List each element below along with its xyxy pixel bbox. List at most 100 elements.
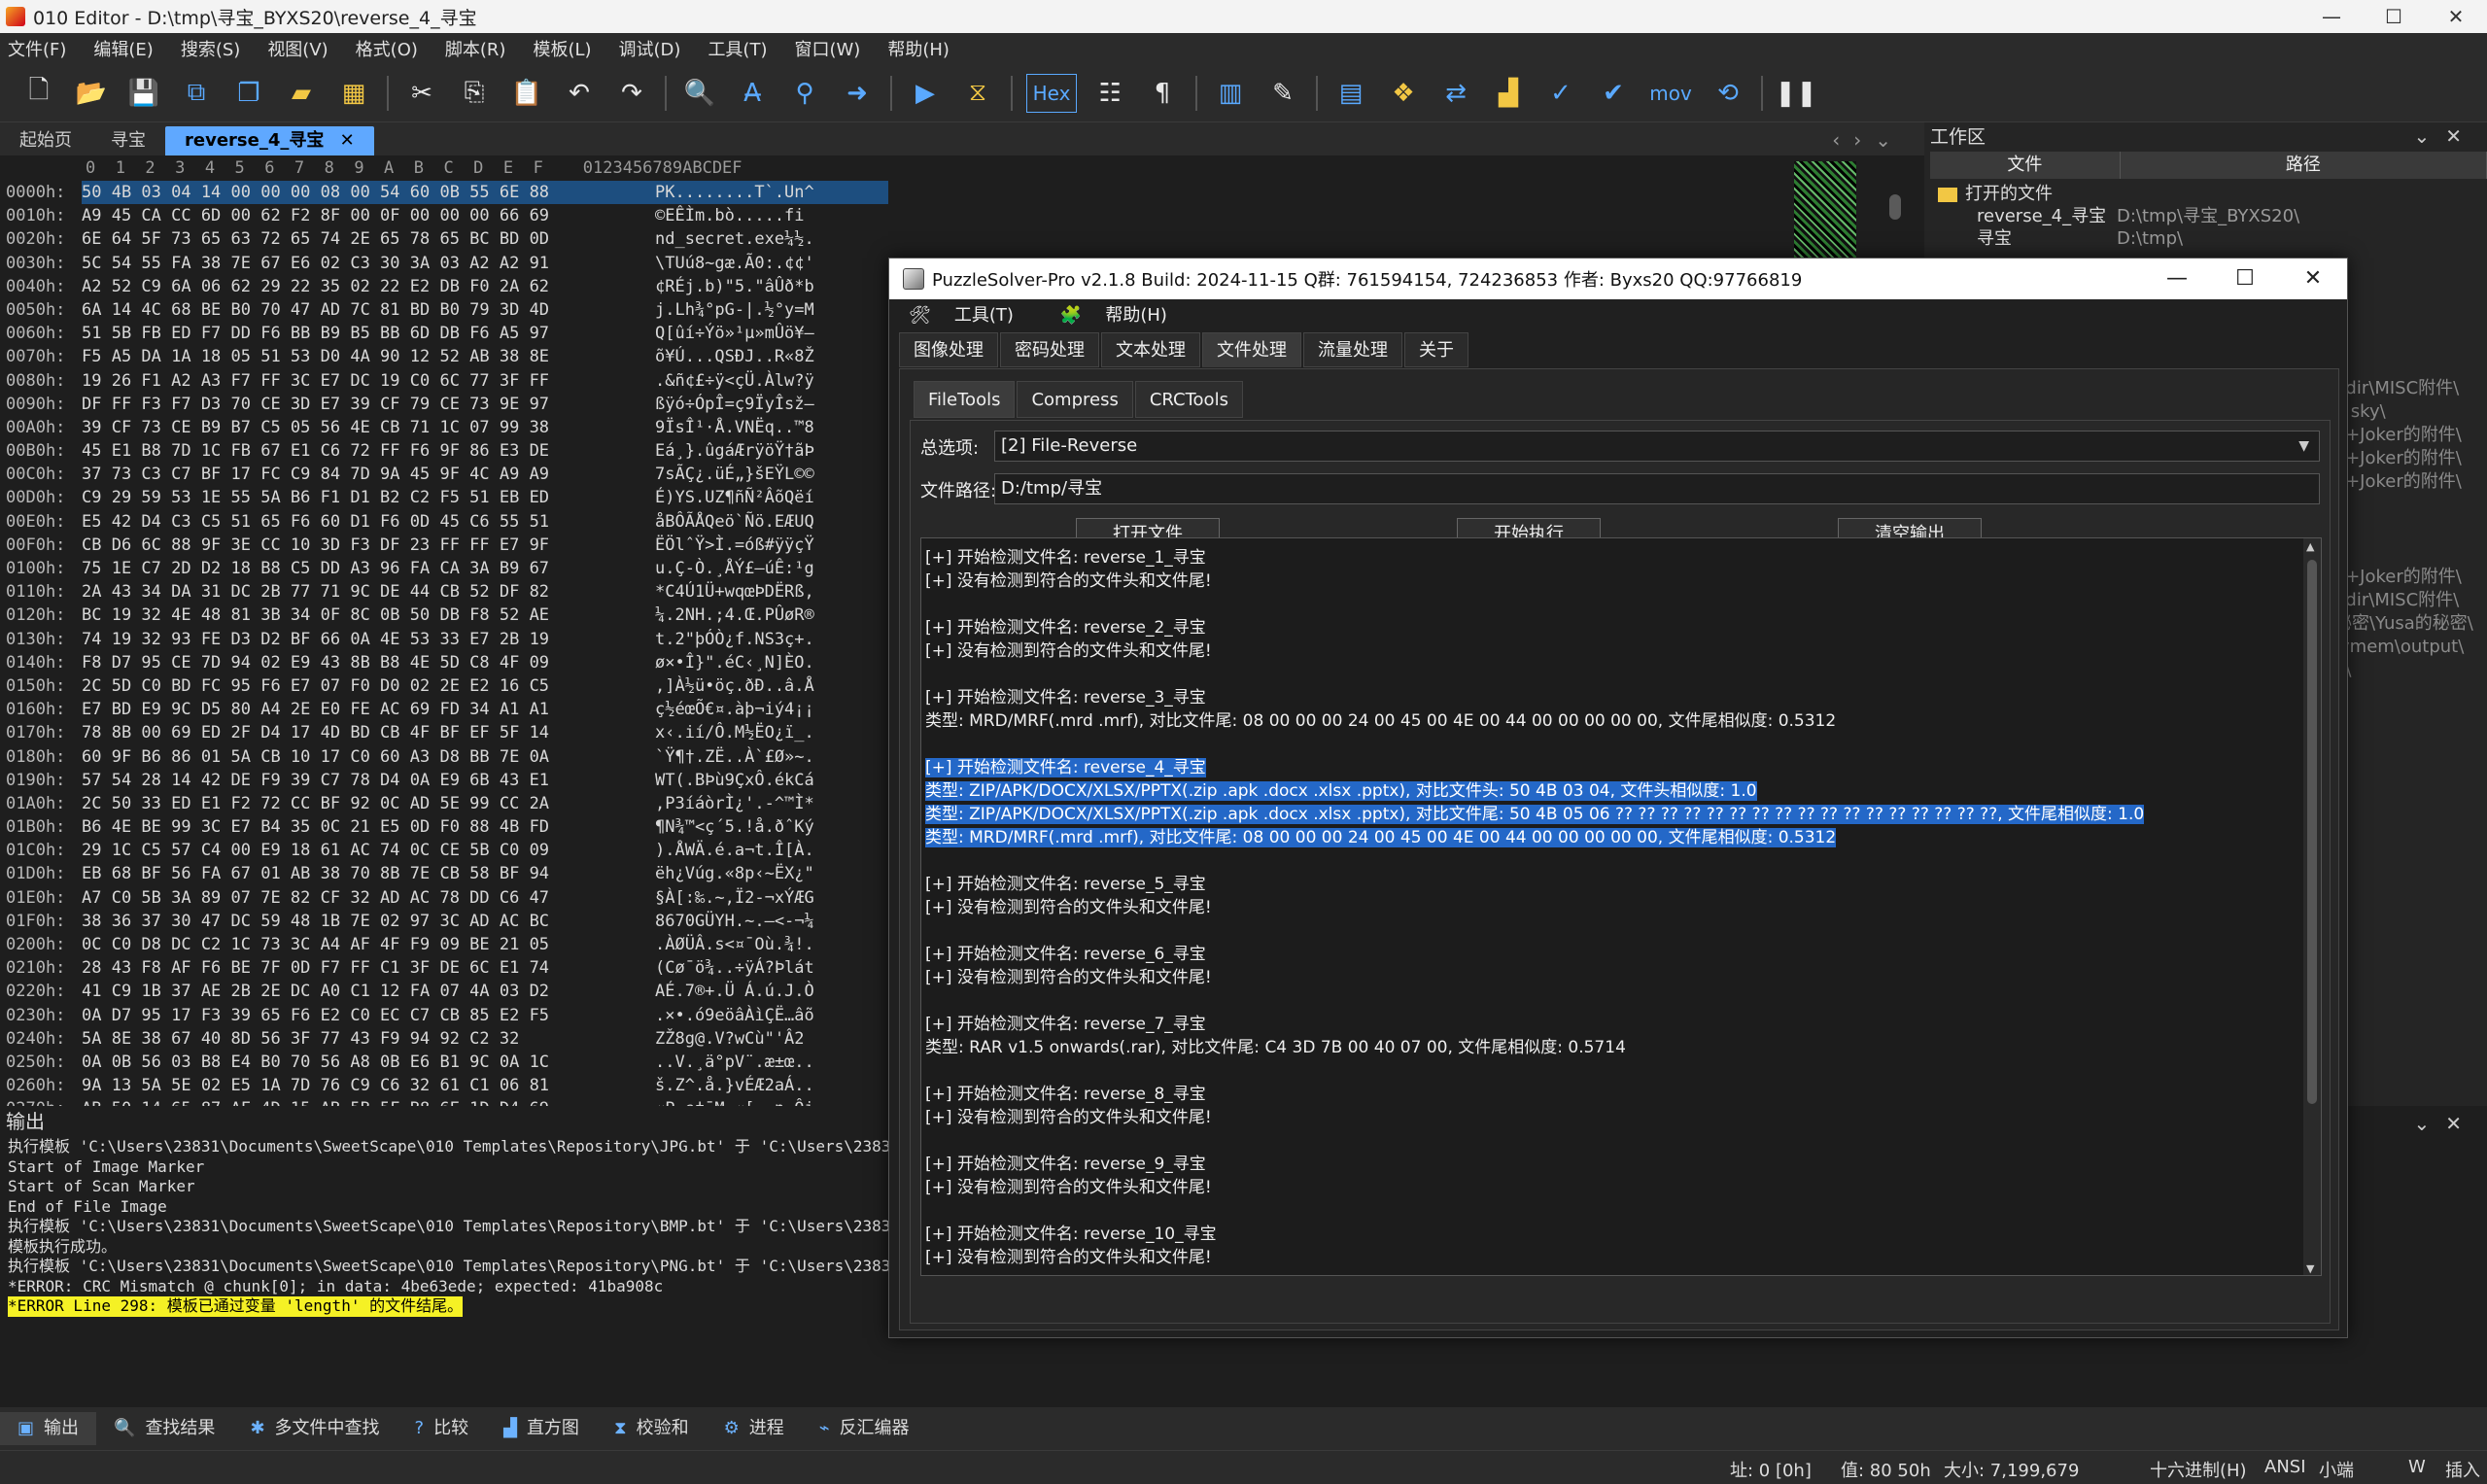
hex-rows[interactable]: 0000h: 50 4B 03 04 14 00 00 00 08 00 54 6… xyxy=(0,181,889,1191)
ps-tab[interactable]: 关于 xyxy=(1404,332,1468,367)
hex-bytes[interactable]: EB 68 BF 56 FA 67 01 AB 38 70 8B 7E CB 5… xyxy=(82,862,655,885)
menu-format[interactable]: 格式(O) xyxy=(356,36,418,61)
hex-bytes[interactable]: E7 BD E9 9C D5 80 A4 2E E0 FE AC 69 FD 3… xyxy=(82,698,655,721)
cut-icon[interactable]: ✂ xyxy=(402,74,441,113)
scroll-down-icon[interactable]: ▼ xyxy=(2306,1262,2314,1275)
hex-row[interactable]: 0180h: 60 9F B6 86 01 5A CB 10 17 C0 60 A… xyxy=(0,745,889,769)
status-endian[interactable]: 小端 xyxy=(2319,1457,2354,1482)
hex-row[interactable]: 0260h: 9A 13 5A 5E 02 E5 1A 7D 76 C9 C6 3… xyxy=(0,1074,889,1097)
find-icon[interactable]: 🔍 xyxy=(680,74,719,113)
hex-row[interactable]: 00A0h: 39 CF 73 CE B9 B7 C5 05 56 4E CB 7… xyxy=(0,416,889,439)
hex-ascii[interactable]: ¶N¾™<ç´5.!å.ðˆKý xyxy=(655,815,888,839)
hex-row[interactable]: 0220h: 41 C9 1B 37 AE 2B 2E DC A0 C1 12 F… xyxy=(0,980,889,1003)
hex-ascii[interactable]: ,P3íáòrÌ¿'.-^™Ì* xyxy=(655,792,888,815)
ps-menu-help[interactable]: 🧩 帮助(H) xyxy=(1060,301,1191,327)
tab-start-page[interactable]: 起始页 xyxy=(0,126,91,155)
hex-ascii[interactable]: É)YS.UZ¶ñÑ²ÂõQëí xyxy=(655,486,888,509)
hex-bytes[interactable]: 0A 0B 56 03 B8 E4 B0 70 56 A8 0B E6 B1 9… xyxy=(82,1051,655,1074)
hex-ascii[interactable]: t.2"þÓÒ¿f.NS3ç+. xyxy=(655,628,888,651)
ps-tab[interactable]: 文本处理 xyxy=(1101,332,1200,367)
hex-row[interactable]: 0030h: 5C 54 55 FA 38 7E 67 E6 02 C3 30 3… xyxy=(0,252,889,275)
ps-minimize-button[interactable]: — xyxy=(2143,259,2211,299)
hex-editor[interactable]: 0 1 2 3 4 5 6 7 8 9 A B C D E F 01234567… xyxy=(0,155,889,1190)
hex-bytes[interactable]: 0C C0 D8 DC C2 1C 73 3C A4 AF 4F F9 09 B… xyxy=(82,933,655,956)
hex-bytes[interactable]: 50 4B 03 04 14 00 00 00 08 00 54 60 0B 5… xyxy=(82,181,655,205)
highlight-icon[interactable]: ✎ xyxy=(1263,74,1302,113)
run-script-icon[interactable]: ▶ xyxy=(906,74,945,113)
workspace-file-item[interactable]: reverse_4_寻宝 D:\tmp\寻宝_BYXS20\ xyxy=(1938,205,2487,227)
hex-row[interactable]: 0140h: F8 D7 95 CE 7D 94 02 E9 43 8B B8 4… xyxy=(0,651,889,674)
hex-row[interactable]: 00F0h: CB D6 6C 88 9F 3E CC 10 3D F3 DF 2… xyxy=(0,534,889,557)
hex-row[interactable]: 0130h: 74 19 32 93 FE D3 D2 BF 66 0A 4E 5… xyxy=(0,628,889,651)
hex-ascii[interactable]: j.Lh¾°pG-|.½°y=M xyxy=(655,298,888,322)
split-view-icon[interactable]: ▥ xyxy=(1211,74,1250,113)
tab-xunbao[interactable]: 寻宝 xyxy=(91,126,165,155)
pause-icon[interactable]: ❚❚ xyxy=(1775,74,1817,113)
ps-tab[interactable]: 流量处理 xyxy=(1303,332,1402,367)
hex-row[interactable]: 0190h: 57 54 28 14 42 DE F9 39 C7 78 D4 0… xyxy=(0,769,889,792)
hex-ascii[interactable]: `Ÿ¶†.ZË..À`£Ø»~. xyxy=(655,745,888,769)
hex-ascii[interactable]: .×•.ó9eöâÀìÇË…âõ xyxy=(655,1004,888,1027)
calculator-icon[interactable]: ▤ xyxy=(1331,74,1370,113)
hex-ascii[interactable]: *C4Ú1Ü+wqœÞDËRß‚ xyxy=(655,580,888,604)
tab-nav-arrows[interactable]: ‹›⌄ xyxy=(1832,128,1905,152)
minimize-button[interactable]: — xyxy=(2300,0,2363,33)
hex-ascii[interactable]: åBÔÃÅQeö`Ñö.EÆUQ xyxy=(655,510,888,534)
hex-ascii[interactable]: ,]À½ü•öç.ðÐ..â.Å xyxy=(655,674,888,698)
open-files-folder[interactable]: 打开的文件 xyxy=(1938,183,2487,205)
hex-ascii[interactable]: ßÿó÷ÓpÎ=ç9ÏyÎsž— xyxy=(655,393,888,416)
hex-bytes[interactable]: 2A 43 34 DA 31 DC 2B 77 71 9C DE 44 CB 5… xyxy=(82,580,655,604)
hex-ascii[interactable]: Q[ûí÷Ýö»¹µ»mÛö¥— xyxy=(655,322,888,345)
bottom-tab-disassembler[interactable]: ⌁ 反汇编器 xyxy=(802,1412,927,1445)
hex-row[interactable]: 0100h: 75 1E C7 2D D2 18 B8 C5 DD A3 96 F… xyxy=(0,557,889,580)
hex-ascii[interactable]: x‹.ií/Ô.M½ËO¿ï_. xyxy=(655,721,888,744)
menu-tools[interactable]: 工具(T) xyxy=(708,36,767,61)
hex-row[interactable]: 0000h: 50 4B 03 04 14 00 00 00 08 00 54 6… xyxy=(0,181,889,205)
hex-row[interactable]: 00C0h: 37 73 C3 C7 BF 17 FC C9 84 7D 9A 4… xyxy=(0,463,889,486)
ps-tab[interactable]: 文件处理 xyxy=(1202,332,1301,367)
ps-output-area[interactable]: [+] 开始检测文件名: reverse_1_寻宝 [+] 没有检测到符合的文件头… xyxy=(920,537,2322,1276)
close-tab-icon[interactable]: ✕ xyxy=(340,130,355,151)
hex-row[interactable]: 01F0h: 38 36 37 30 47 DC 59 48 1B 7E 02 9… xyxy=(0,910,889,933)
hex-row[interactable]: 0070h: F5 A5 DA 1A 18 05 51 53 D0 4A 90 1… xyxy=(0,345,889,368)
hex-row[interactable]: 0210h: 28 43 F8 AF F6 BE 7F 0D F7 FF C1 3… xyxy=(0,956,889,980)
save-as-icon[interactable]: ⧉ xyxy=(177,74,216,113)
hex-bytes[interactable]: 78 8B 00 69 ED 2F D4 17 4D BD CB 4F BF E… xyxy=(82,721,655,744)
hex-row[interactable]: 0170h: 78 8B 00 69 ED 2F D4 17 4D BD CB 4… xyxy=(0,721,889,744)
disassembler-button[interactable]: mov xyxy=(1646,74,1695,113)
hex-ascii[interactable]: 7sÃÇ¿.üÉ„}šEŸL©© xyxy=(655,463,888,486)
ps-close-button[interactable]: ✕ xyxy=(2279,259,2347,299)
ps-subtab[interactable]: CRCTools xyxy=(1134,381,1243,418)
hex-ascii[interactable]: ©EÊÌm.bò.....fi xyxy=(655,204,888,227)
close-button[interactable]: ✕ xyxy=(2425,0,2487,33)
hex-bytes[interactable]: 9A 13 5A 5E 02 E5 1A 7D 76 C9 C6 32 61 C… xyxy=(82,1074,655,1097)
goto-icon[interactable]: ➜ xyxy=(838,74,877,113)
option-select[interactable]: [2] File-Reverse ▼ xyxy=(994,431,2320,462)
hex-ascii[interactable]: õ¥Ú...QSÐJ..R«8Ž xyxy=(655,345,888,368)
hex-bytes[interactable]: 51 5B FB ED F7 DD F6 BB B9 B5 BB 6D DB F… xyxy=(82,322,655,345)
hex-bytes[interactable]: A9 45 CA CC 6D 00 62 F2 8F 00 0F 00 00 0… xyxy=(82,204,655,227)
histogram-icon[interactable]: ▟ xyxy=(1489,74,1528,113)
hex-bytes[interactable]: 74 19 32 93 FE D3 D2 BF 66 0A 4E 53 33 E… xyxy=(82,628,655,651)
ps-tab[interactable]: 图像处理 xyxy=(899,332,998,367)
ps-subtab[interactable]: Compress xyxy=(1017,381,1133,418)
menu-help[interactable]: 帮助(H) xyxy=(887,36,950,61)
hex-row[interactable]: 0240h: 5A 8E 38 67 40 8D 56 3F 77 43 F9 9… xyxy=(0,1027,889,1051)
workspace-controls[interactable]: ⌄✕ xyxy=(2413,124,2477,148)
hex-bytes[interactable]: E5 42 D4 C3 C5 51 65 F6 60 D1 F6 0D 45 C… xyxy=(82,510,655,534)
new-file-icon[interactable]: 🗋 xyxy=(19,74,58,113)
save-all-icon[interactable]: ❐ xyxy=(229,74,268,113)
hex-row[interactable]: 0120h: BC 19 32 4E 48 81 3B 34 0F 8C 0B 5… xyxy=(0,604,889,627)
hex-bytes[interactable]: 38 36 37 30 47 DC 59 48 1B 7E 02 97 3C A… xyxy=(82,910,655,933)
hex-row[interactable]: 01A0h: 2C 50 33 ED E1 F2 72 CC BF 92 0C A… xyxy=(0,792,889,815)
hex-bytes[interactable]: 37 73 C3 C7 BF 17 FC C9 84 7D 9A 45 9F 4… xyxy=(82,463,655,486)
columns-icon[interactable]: ☷ xyxy=(1090,74,1129,113)
hex-bytes[interactable]: DF FF F3 F7 D3 70 CE 3D E7 39 CF 79 CE 7… xyxy=(82,393,655,416)
hex-bytes[interactable]: 75 1E C7 2D D2 18 B8 C5 DD A3 96 FA CA 3… xyxy=(82,557,655,580)
hex-ascii[interactable]: §À[:‰.~‚Ï2-¬xÝÆG xyxy=(655,886,888,910)
hex-bytes[interactable]: 2C 5D C0 BD FC 95 F6 E7 07 F0 D0 02 2E E… xyxy=(82,674,655,698)
hex-ascii[interactable]: 9ÏsÎ¹·Å.VNËq..™8 xyxy=(655,416,888,439)
menu-search[interactable]: 搜索(S) xyxy=(181,36,240,61)
hex-ascii[interactable]: ..V.¸ä°pV¨.æ±œ.. xyxy=(655,1051,888,1074)
hex-ascii[interactable]: PK........T`.Un^ xyxy=(655,181,888,205)
